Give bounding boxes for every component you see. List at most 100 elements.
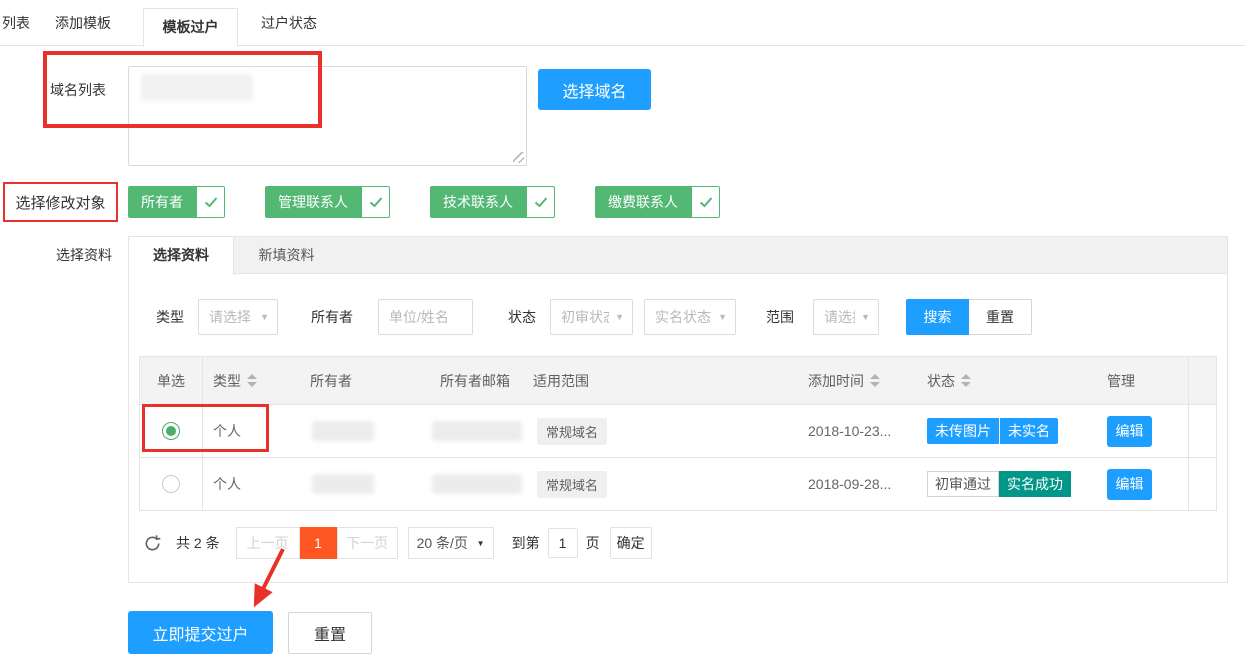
owner-search-input[interactable] <box>378 299 473 335</box>
page-size-select[interactable]: 20 条/页 ▼ <box>408 527 494 559</box>
goto-label: 到第 <box>512 533 540 553</box>
refresh-icon[interactable] <box>143 534 162 553</box>
redacted-email <box>432 474 522 494</box>
goto-page-input[interactable] <box>548 528 578 558</box>
header-type-label: 类型 <box>213 371 241 391</box>
caret-down-icon: ▼ <box>477 539 485 548</box>
status-badge: 实名成功 <box>999 471 1071 497</box>
row2-type: 个人 <box>203 458 302 510</box>
page-size-value: 20 条/页 <box>417 533 468 553</box>
submit-transfer-button[interactable]: 立即提交过户 <box>128 611 273 654</box>
contact-owner-button[interactable]: 所有者 <box>128 186 225 218</box>
table-header-row: 单选 类型 所有者 所有者邮箱 适用范围 添加时间 状态 管理 <box>140 357 1216 404</box>
header-type[interactable]: 类型 <box>203 357 302 404</box>
scope-tag: 常规域名 <box>537 418 607 445</box>
panel-tab-bar: 选择资料 新填资料 <box>129 237 1227 274</box>
modify-target-label: 选择修改对象 <box>3 182 118 222</box>
header-owner-email: 所有者邮箱 <box>432 357 525 404</box>
panel-tab-new-profile[interactable]: 新填资料 <box>234 237 339 274</box>
row2-edit-button[interactable]: 编辑 <box>1107 469 1152 500</box>
panel-tab-select-profile[interactable]: 选择资料 <box>129 237 234 275</box>
current-page[interactable]: 1 <box>300 527 337 559</box>
realname-status-value: 实名状态 <box>655 307 712 327</box>
caret-down-icon: ▼ <box>718 312 727 322</box>
type-select-value: 请选择 <box>209 307 254 327</box>
tab-list[interactable]: 列表 <box>2 0 30 46</box>
profile-table: 单选 类型 所有者 所有者邮箱 适用范围 添加时间 状态 管理 <box>139 356 1217 511</box>
status-filter-label: 状态 <box>508 307 536 327</box>
audit-status-value: 初审状态 <box>561 307 609 327</box>
header-manage: 管理 <box>1080 357 1188 404</box>
check-icon <box>361 186 390 218</box>
footer-reset-button[interactable]: 重置 <box>288 612 372 654</box>
page-unit-label: 页 <box>586 533 600 553</box>
profile-panel: 选择资料 新填资料 类型 请选择 ▼ 所有者 状态 初审状态 ▼ 实名状态 ▼ … <box>128 236 1228 583</box>
header-owner: 所有者 <box>302 357 432 404</box>
tab-transfer-status[interactable]: 过户状态 <box>261 0 317 46</box>
caret-down-icon: ▼ <box>861 312 870 322</box>
tab-add-template[interactable]: 添加模板 <box>55 0 111 46</box>
type-select[interactable]: 请选择 ▼ <box>198 299 278 335</box>
status-badge: 未传图片 <box>927 418 999 444</box>
row2-radio[interactable] <box>162 475 180 493</box>
redacted-domain-text <box>141 74 253 101</box>
profile-section-label: 选择资料 <box>50 245 112 265</box>
redacted-owner <box>312 421 374 441</box>
range-filter-label: 范围 <box>766 307 794 327</box>
total-count: 共 2 条 <box>176 533 220 553</box>
sort-icon[interactable] <box>247 374 257 387</box>
domain-list-label: 域名列表 <box>50 80 112 100</box>
next-page-button[interactable]: 下一页 <box>337 527 398 559</box>
audit-status-select[interactable]: 初审状态 ▼ <box>550 299 633 335</box>
row1-radio[interactable] <box>162 422 180 440</box>
filter-row: 类型 请选择 ▼ 所有者 状态 初审状态 ▼ 实名状态 ▼ 范围 请选择 ▼ 搜… <box>156 299 1032 335</box>
textarea-resize-handle[interactable] <box>513 152 524 163</box>
contact-admin-button[interactable]: 管理联系人 <box>265 186 390 218</box>
caret-down-icon: ▼ <box>615 312 624 322</box>
filter-reset-button[interactable]: 重置 <box>969 299 1032 335</box>
select-domain-button[interactable]: 选择域名 <box>538 69 651 110</box>
range-select-value: 请选择 <box>824 307 855 327</box>
check-icon <box>526 186 555 218</box>
row2-added-time: 2018-09-28... <box>800 458 915 510</box>
contact-billing-label: 缴费联系人 <box>595 186 691 218</box>
row1-added-time: 2018-10-23... <box>800 405 915 457</box>
header-added-time[interactable]: 添加时间 <box>800 357 915 404</box>
row1-type: 个人 <box>203 405 302 457</box>
redacted-owner <box>312 474 374 494</box>
contact-owner-label: 所有者 <box>128 186 196 218</box>
contact-technical-button[interactable]: 技术联系人 <box>430 186 555 218</box>
check-icon <box>196 186 225 218</box>
contact-admin-label: 管理联系人 <box>265 186 361 218</box>
page: 列表 添加模板 模板过户 过户状态 域名列表 选择域名 选择修改对象 所有者 管… <box>0 0 1245 667</box>
type-filter-label: 类型 <box>156 307 184 327</box>
row1-status-badges: 未传图片 未实名 <box>927 418 1058 444</box>
goto-confirm-button[interactable]: 确定 <box>610 527 652 559</box>
contact-billing-button[interactable]: 缴费联系人 <box>595 186 720 218</box>
row1-edit-button[interactable]: 编辑 <box>1107 416 1152 447</box>
scope-tag: 常规域名 <box>537 471 607 498</box>
range-select[interactable]: 请选择 ▼ <box>813 299 879 335</box>
prev-page-button[interactable]: 上一页 <box>236 527 300 559</box>
contact-technical-label: 技术联系人 <box>430 186 526 218</box>
header-scope: 适用范围 <box>525 357 800 404</box>
check-icon <box>691 186 720 218</box>
status-badge: 未实名 <box>1000 418 1058 444</box>
owner-filter-label: 所有者 <box>311 307 353 327</box>
realname-status-select[interactable]: 实名状态 ▼ <box>644 299 736 335</box>
pagination: 共 2 条 上一页 1 下一页 20 条/页 ▼ 到第 页 确定 <box>143 527 652 559</box>
tab-template-transfer[interactable]: 模板过户 <box>143 8 238 47</box>
header-added-time-label: 添加时间 <box>808 371 864 391</box>
header-radio: 单选 <box>140 357 203 404</box>
search-button[interactable]: 搜索 <box>906 299 969 335</box>
table-row: 个人 常规域名 2018-10-23... 未传图片 未实名 编辑 <box>140 404 1216 457</box>
sort-icon[interactable] <box>870 374 880 387</box>
contact-type-buttons: 所有者 管理联系人 技术联系人 缴费联系人 <box>128 186 720 218</box>
redacted-email <box>432 421 522 441</box>
table-row: 个人 常规域名 2018-09-28... 初审通过 实名成功 编辑 <box>140 457 1216 510</box>
sort-icon[interactable] <box>961 374 971 387</box>
caret-down-icon: ▼ <box>260 312 269 322</box>
domain-list-textarea[interactable] <box>128 66 527 166</box>
status-badge: 初审通过 <box>927 471 999 497</box>
header-status[interactable]: 状态 <box>915 357 1080 404</box>
